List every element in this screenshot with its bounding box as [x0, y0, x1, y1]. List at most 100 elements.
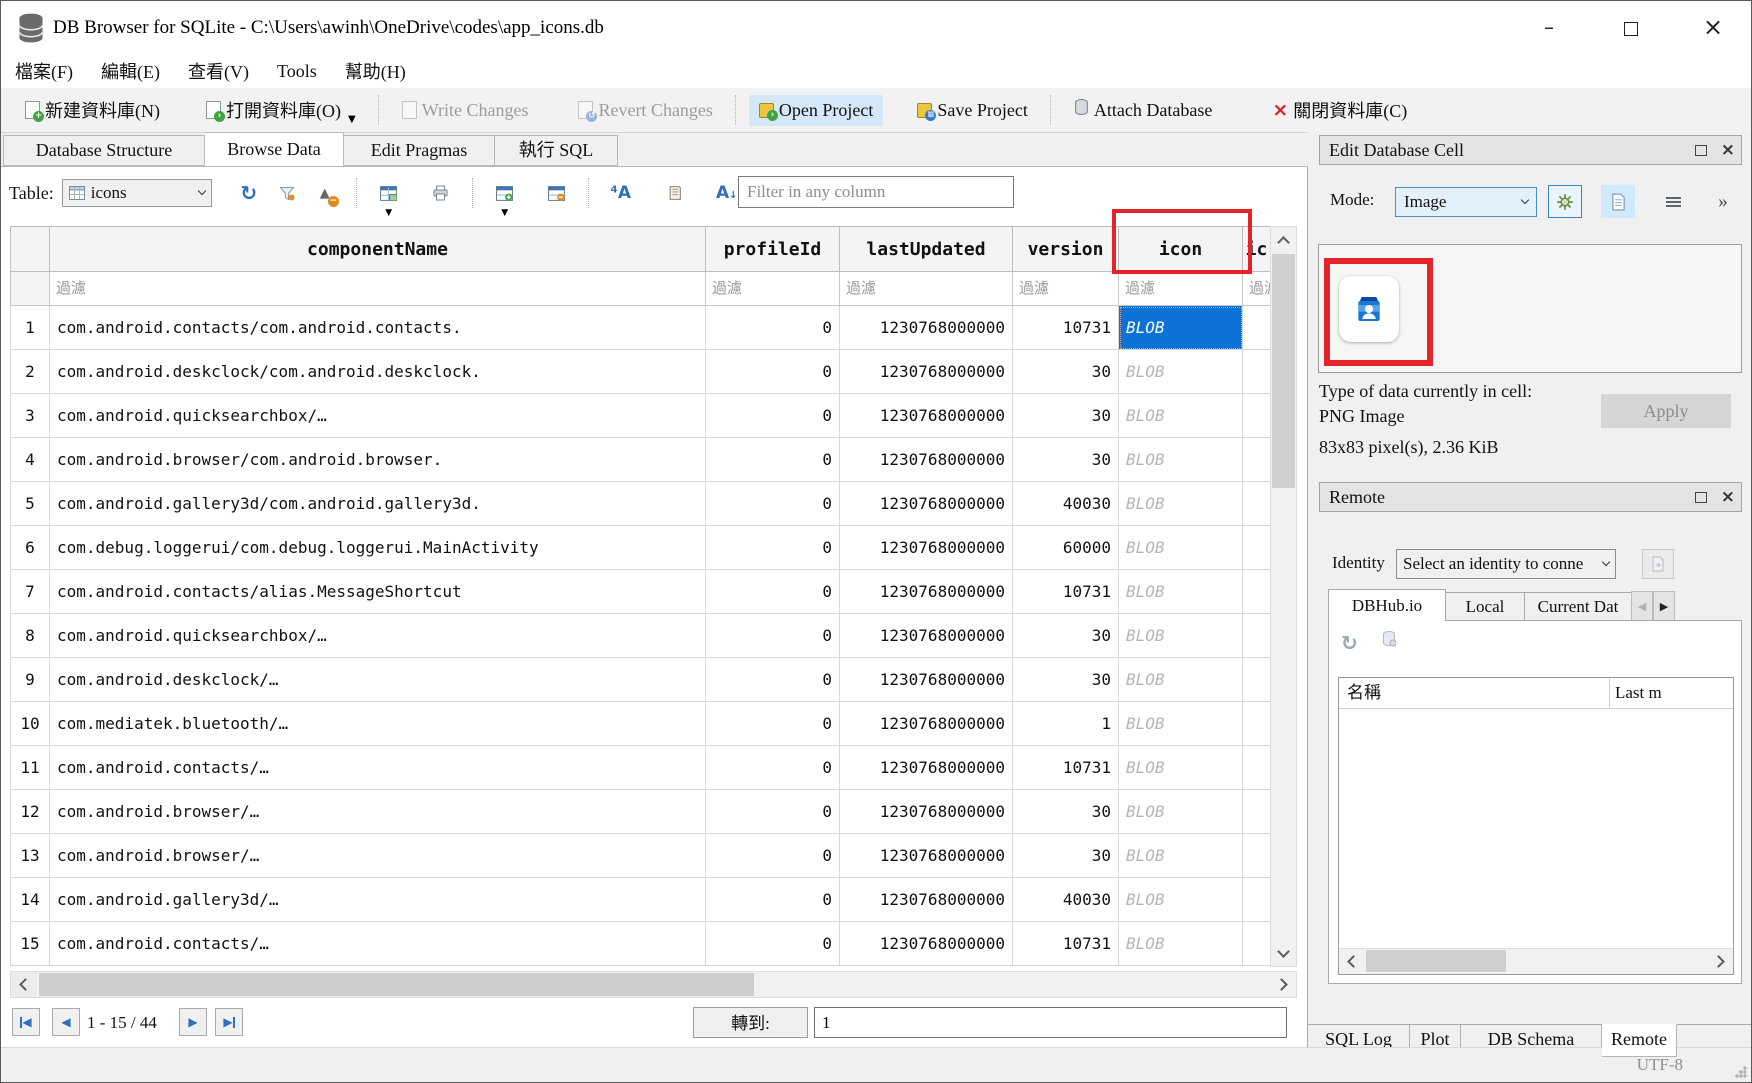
resize-grip[interactable] [1735, 1066, 1747, 1078]
cell-profileId[interactable]: 0 [706, 526, 840, 570]
cell-componentName[interactable]: com.android.contacts/com.android.contact… [50, 306, 706, 350]
cell-componentName[interactable]: com.android.contacts/alias.MessageShortc… [50, 570, 706, 614]
row-number[interactable]: 11 [10, 746, 50, 790]
column-header-icon[interactable]: icon [1119, 226, 1243, 272]
row-number[interactable]: 6 [10, 526, 50, 570]
cell-icon[interactable]: BLOB [1119, 482, 1243, 526]
tab-edit-pragmas[interactable]: Edit Pragmas [344, 135, 495, 166]
filter-input[interactable]: 過濾 [840, 272, 1013, 306]
cell-componentName[interactable]: com.android.browser/com.android.browser. [50, 438, 706, 482]
cell-componentName[interactable]: com.android.browser/… [50, 790, 706, 834]
cell-lastUpdated[interactable]: 1230768000000 [840, 878, 1013, 922]
goto-button[interactable]: 轉到: [693, 1007, 808, 1038]
tab-execute-sql[interactable]: 執行 SQL [495, 135, 618, 166]
cell-extra[interactable] [1243, 394, 1270, 438]
filter-input[interactable]: 過濾 [1119, 272, 1243, 306]
cell-version[interactable]: 1 [1013, 702, 1119, 746]
cell-profileId[interactable]: 0 [706, 306, 840, 350]
cell-componentName[interactable]: com.android.deskclock/… [50, 658, 706, 702]
cell-lastUpdated[interactable]: 1230768000000 [840, 394, 1013, 438]
menu-tools[interactable]: Tools [263, 61, 331, 82]
row-number[interactable]: 9 [10, 658, 50, 702]
cell-icon[interactable]: BLOB [1119, 746, 1243, 790]
vertical-scrollbar-thumb[interactable] [1272, 254, 1295, 488]
next-page-button[interactable]: ▶ [179, 1008, 207, 1036]
clear-filters-button[interactable] [272, 179, 302, 207]
scroll-right-button[interactable] [1270, 972, 1296, 997]
word-wrap-button[interactable] [1656, 185, 1690, 218]
filter-any-column-input[interactable] [738, 176, 1014, 208]
remote-tab-local[interactable]: Local [1446, 592, 1525, 621]
menu-file[interactable]: 檔案(F) [1, 58, 87, 84]
scroll-right-button[interactable] [1707, 949, 1733, 973]
remote-list-scrollbar[interactable] [1339, 948, 1733, 974]
filter-input[interactable]: 過濾 [50, 272, 706, 306]
cell-lastUpdated[interactable]: 1230768000000 [840, 482, 1013, 526]
cell-version[interactable]: 30 [1013, 658, 1119, 702]
cell-extra[interactable] [1243, 790, 1270, 834]
cell-version[interactable]: 30 [1013, 438, 1119, 482]
cell-componentName[interactable]: com.android.deskclock/com.android.deskcl… [50, 350, 706, 394]
row-number[interactable]: 8 [10, 614, 50, 658]
font-button[interactable]: ⁴A [606, 179, 636, 207]
cell-lastUpdated[interactable]: 1230768000000 [840, 570, 1013, 614]
table-select[interactable]: icons [62, 179, 212, 207]
cell-profileId[interactable]: 0 [706, 658, 840, 702]
cell-profileId[interactable]: 0 [706, 482, 840, 526]
goto-record-input[interactable] [814, 1007, 1287, 1038]
cell-extra[interactable] [1243, 702, 1270, 746]
cell-version[interactable]: 30 [1013, 614, 1119, 658]
cell-componentName[interactable]: com.android.contacts/… [50, 746, 706, 790]
remote-tab-current-db[interactable]: Current Dat [1525, 592, 1632, 621]
cell-lastUpdated[interactable]: 1230768000000 [840, 658, 1013, 702]
cell-profileId[interactable]: 0 [706, 702, 840, 746]
cell-icon[interactable]: BLOB [1119, 790, 1243, 834]
cell-extra[interactable] [1243, 482, 1270, 526]
write-changes-button[interactable]: Write Changes [392, 95, 539, 126]
encoding-label[interactable]: UTF-8 [1637, 1055, 1683, 1075]
new-database-button[interactable]: + 新建資料庫(N) [15, 92, 170, 128]
previous-page-button[interactable]: ◀ [52, 1008, 80, 1036]
cell-componentName[interactable]: com.android.browser/… [50, 834, 706, 878]
cell-lastUpdated[interactable]: 1230768000000 [840, 834, 1013, 878]
row-number[interactable]: 5 [10, 482, 50, 526]
column-header-ic[interactable]: ic [1243, 226, 1270, 272]
row-number[interactable]: 1 [10, 306, 50, 350]
cell-componentName[interactable]: com.mediatek.bluetooth/… [50, 702, 706, 746]
row-number[interactable]: 15 [10, 922, 50, 966]
cell-extra[interactable] [1243, 834, 1270, 878]
row-number[interactable]: 7 [10, 570, 50, 614]
cell-componentName[interactable]: com.debug.loggerui/com.debug.loggerui.Ma… [50, 526, 706, 570]
menu-edit[interactable]: 編輯(E) [87, 58, 174, 84]
close-button[interactable]: × [1689, 7, 1737, 47]
menu-view[interactable]: 查看(V) [174, 58, 263, 84]
cell-extra[interactable] [1243, 658, 1270, 702]
row-number[interactable]: 12 [10, 790, 50, 834]
row-number[interactable]: 2 [10, 350, 50, 394]
save-table-button[interactable]: ▼ [374, 179, 404, 207]
row-number[interactable]: 4 [10, 438, 50, 482]
cell-profileId[interactable]: 0 [706, 438, 840, 482]
scroll-left-button[interactable] [11, 972, 37, 997]
clear-sort-button[interactable]: ▲− [310, 179, 340, 207]
cell-version[interactable]: 40030 [1013, 878, 1119, 922]
cell-version[interactable]: 60000 [1013, 526, 1119, 570]
cell-extra[interactable] [1243, 350, 1270, 394]
cell-icon[interactable]: BLOB [1119, 922, 1243, 966]
cell-componentName[interactable]: com.android.quicksearchbox/… [50, 394, 706, 438]
open-project-button[interactable]: › Open Project [749, 95, 883, 126]
cell-componentName[interactable]: com.android.contacts/… [50, 922, 706, 966]
save-project-button[interactable]: ≡ Save Project [907, 95, 1037, 126]
remote-tab-dbhub[interactable]: DBHub.io [1328, 589, 1446, 621]
last-page-button[interactable]: ▶ [215, 1008, 243, 1036]
cell-lastUpdated[interactable]: 1230768000000 [840, 350, 1013, 394]
menu-help[interactable]: 幫助(H) [331, 58, 420, 84]
cell-componentName[interactable]: com.android.gallery3d/… [50, 878, 706, 922]
filter-input[interactable]: 過濾 [706, 272, 840, 306]
refresh-icon[interactable]: ↻ [1341, 631, 1358, 655]
cell-extra[interactable] [1243, 746, 1270, 790]
import-data-button[interactable] [1548, 185, 1582, 218]
cell-extra[interactable] [1243, 922, 1270, 966]
column-header-componentName[interactable]: componentName [50, 226, 706, 272]
cell-icon[interactable]: BLOB [1119, 306, 1243, 350]
